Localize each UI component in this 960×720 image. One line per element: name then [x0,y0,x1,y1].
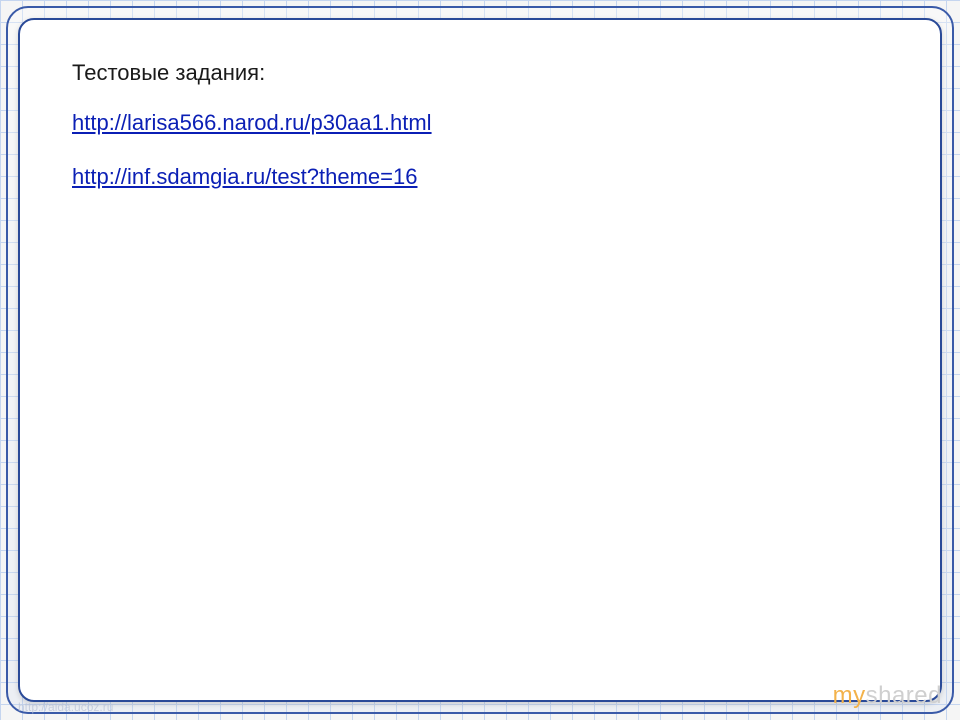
watermark-suffix: shared [866,682,942,709]
footer-url: http://aida.ucoz.ru [18,700,113,714]
slide-content: Тестовые задания: http://larisa566.narod… [72,60,900,218]
link-1[interactable]: http://larisa566.narod.ru/p30aa1.html [72,110,432,136]
heading: Тестовые задания: [72,60,900,86]
watermark-prefix: my [833,682,866,709]
watermark: myshared [833,682,942,710]
link-2[interactable]: http://inf.sdamgia.ru/test?theme=16 [72,164,417,190]
